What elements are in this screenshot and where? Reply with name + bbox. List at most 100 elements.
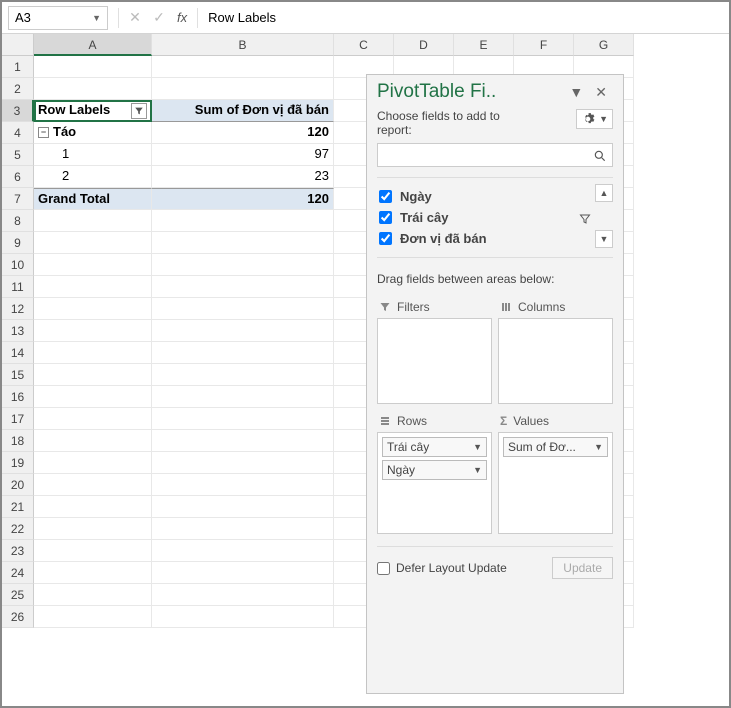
- row-header-12[interactable]: 12: [2, 298, 34, 320]
- cell-B15[interactable]: [152, 364, 334, 386]
- cell-B3[interactable]: Sum of Đơn vị đã bán: [152, 100, 334, 122]
- values-dropzone[interactable]: Sum of Đơ...▼: [498, 432, 613, 534]
- cell-A15[interactable]: [34, 364, 152, 386]
- row-header-2[interactable]: 2: [2, 78, 34, 100]
- cell-B8[interactable]: [152, 210, 334, 232]
- field-checkbox[interactable]: [379, 232, 392, 245]
- row-header-15[interactable]: 15: [2, 364, 34, 386]
- cell-B25[interactable]: [152, 584, 334, 606]
- cell-A12[interactable]: [34, 298, 152, 320]
- chevron-down-icon[interactable]: ▼: [473, 465, 482, 475]
- field-checkbox[interactable]: [379, 190, 392, 203]
- defer-layout-checkbox[interactable]: Defer Layout Update: [377, 561, 507, 575]
- cell-B11[interactable]: [152, 276, 334, 298]
- update-button[interactable]: Update: [552, 557, 613, 579]
- row-header-16[interactable]: 16: [2, 386, 34, 408]
- area-item[interactable]: Ngày▼: [382, 460, 487, 480]
- formula-input[interactable]: Row Labels: [202, 8, 729, 27]
- cell-B12[interactable]: [152, 298, 334, 320]
- search-icon[interactable]: [588, 144, 612, 166]
- area-item[interactable]: Sum of Đơ...▼: [503, 437, 608, 457]
- chevron-down-icon[interactable]: ▼: [594, 442, 603, 452]
- cell-A8[interactable]: [34, 210, 152, 232]
- row-header-4[interactable]: 4: [2, 122, 34, 144]
- row-header-11[interactable]: 11: [2, 276, 34, 298]
- row-header-5[interactable]: 5: [2, 144, 34, 166]
- row-header-19[interactable]: 19: [2, 452, 34, 474]
- cell-A11[interactable]: [34, 276, 152, 298]
- cell-A26[interactable]: [34, 606, 152, 628]
- cell-A18[interactable]: [34, 430, 152, 452]
- cell-B14[interactable]: [152, 342, 334, 364]
- cell-B19[interactable]: [152, 452, 334, 474]
- cell-A3[interactable]: Row Labels: [34, 100, 152, 122]
- row-header-14[interactable]: 14: [2, 342, 34, 364]
- row-header-10[interactable]: 10: [2, 254, 34, 276]
- cell-A19[interactable]: [34, 452, 152, 474]
- filters-dropzone[interactable]: [377, 318, 492, 404]
- column-header-E[interactable]: E: [454, 34, 514, 56]
- cell-B24[interactable]: [152, 562, 334, 584]
- row-header-20[interactable]: 20: [2, 474, 34, 496]
- row-header-22[interactable]: 22: [2, 518, 34, 540]
- cell-B13[interactable]: [152, 320, 334, 342]
- tools-button[interactable]: ▼: [576, 109, 613, 129]
- row-header-21[interactable]: 21: [2, 496, 34, 518]
- cell-A2[interactable]: [34, 78, 152, 100]
- cell-A1[interactable]: [34, 56, 152, 78]
- cell-B16[interactable]: [152, 386, 334, 408]
- cell-B10[interactable]: [152, 254, 334, 276]
- cell-A14[interactable]: [34, 342, 152, 364]
- cell-A17[interactable]: [34, 408, 152, 430]
- cell-B26[interactable]: [152, 606, 334, 628]
- chevron-down-icon[interactable]: ▼: [473, 442, 482, 452]
- collapse-icon[interactable]: −: [38, 127, 49, 138]
- scroll-down-icon[interactable]: ▼: [595, 230, 613, 248]
- cell-A21[interactable]: [34, 496, 152, 518]
- name-box-dropdown-icon[interactable]: ▼: [92, 13, 101, 23]
- cell-B5[interactable]: 97: [152, 144, 334, 166]
- cell-A16[interactable]: [34, 386, 152, 408]
- columns-dropzone[interactable]: [498, 318, 613, 404]
- cell-A23[interactable]: [34, 540, 152, 562]
- cell-A24[interactable]: [34, 562, 152, 584]
- search-input[interactable]: [378, 144, 588, 166]
- cell-B18[interactable]: [152, 430, 334, 452]
- cell-B22[interactable]: [152, 518, 334, 540]
- column-header-C[interactable]: C: [334, 34, 394, 56]
- cell-A20[interactable]: [34, 474, 152, 496]
- row-header-3[interactable]: 3: [2, 100, 34, 122]
- cell-A5[interactable]: 1: [34, 144, 152, 166]
- row-header-26[interactable]: 26: [2, 606, 34, 628]
- row-header-17[interactable]: 17: [2, 408, 34, 430]
- row-header-8[interactable]: 8: [2, 210, 34, 232]
- row-header-18[interactable]: 18: [2, 430, 34, 452]
- scroll-up-icon[interactable]: ▲: [595, 184, 613, 202]
- column-header-F[interactable]: F: [514, 34, 574, 56]
- row-header-24[interactable]: 24: [2, 562, 34, 584]
- field-search[interactable]: [377, 143, 613, 167]
- row-header-9[interactable]: 9: [2, 232, 34, 254]
- field-checkbox[interactable]: [379, 211, 392, 224]
- close-icon[interactable]: ✕: [589, 84, 613, 101]
- cell-B7[interactable]: 120: [152, 188, 334, 210]
- cell-B17[interactable]: [152, 408, 334, 430]
- cell-B21[interactable]: [152, 496, 334, 518]
- name-box[interactable]: A3 ▼: [8, 6, 108, 30]
- column-header-A[interactable]: A: [34, 34, 152, 56]
- row-header-6[interactable]: 6: [2, 166, 34, 188]
- cell-A7[interactable]: Grand Total: [34, 188, 152, 210]
- column-header-B[interactable]: B: [152, 34, 334, 56]
- rows-dropzone[interactable]: Trái cây▼Ngày▼: [377, 432, 492, 534]
- cell-A4[interactable]: −Táo: [34, 122, 152, 144]
- cell-A9[interactable]: [34, 232, 152, 254]
- row-header-13[interactable]: 13: [2, 320, 34, 342]
- row-labels-filter-icon[interactable]: [131, 103, 147, 119]
- cell-B1[interactable]: [152, 56, 334, 78]
- row-header-7[interactable]: 7: [2, 188, 34, 210]
- cell-A6[interactable]: 2: [34, 166, 152, 188]
- field-Đơn vị đã bán[interactable]: Đơn vị đã bán: [377, 228, 613, 249]
- cell-B9[interactable]: [152, 232, 334, 254]
- cell-B4[interactable]: 120: [152, 122, 334, 144]
- row-header-1[interactable]: 1: [2, 56, 34, 78]
